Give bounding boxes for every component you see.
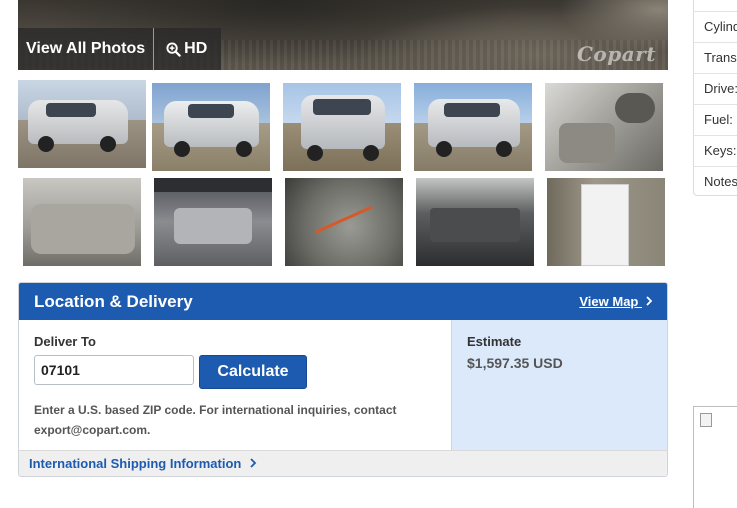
view-map-label: View Map <box>579 294 639 309</box>
vehicle-details-panel: Cylind Trans Drive: Fuel: Keys: Notes <box>693 0 737 196</box>
divider <box>694 166 737 167</box>
view-map-link[interactable]: View Map <box>579 294 653 309</box>
location-delivery-body: Deliver To Calculate Enter a U.S. based … <box>19 320 667 452</box>
detail-label-notes: Notes <box>704 174 737 189</box>
thumbnail[interactable] <box>414 83 532 171</box>
chevron-right-icon <box>646 296 653 306</box>
hd-label: HD <box>184 40 208 57</box>
calculate-button[interactable]: Calculate <box>199 355 307 389</box>
copart-watermark-logo: Copart <box>577 42 656 66</box>
divider <box>694 104 737 105</box>
divider <box>694 73 737 74</box>
hd-button[interactable]: HD <box>154 28 221 70</box>
international-shipping-link[interactable]: International Shipping Information <box>29 456 257 471</box>
thumbnail[interactable] <box>285 178 403 266</box>
deliver-to-section: Deliver To Calculate Enter a U.S. based … <box>19 320 451 452</box>
thumbnail[interactable] <box>152 83 270 171</box>
detail-label-transmission: Trans <box>704 50 737 65</box>
main-vehicle-photo[interactable]: View All Photos HD Copart <box>18 0 668 70</box>
detail-label-fuel: Fuel: <box>704 112 733 127</box>
international-shipping-bar: International Shipping Information <box>19 450 667 476</box>
broken-image-placeholder <box>693 406 737 508</box>
location-delivery-header: Location & Delivery View Map <box>19 283 667 320</box>
location-delivery-panel: Location & Delivery View Map Deliver To … <box>18 282 668 477</box>
thumbnail[interactable] <box>416 178 534 266</box>
divider <box>694 11 737 12</box>
chevron-right-icon <box>250 458 257 468</box>
deliver-to-label: Deliver To <box>34 334 96 349</box>
zoom-in-icon <box>166 41 181 57</box>
zip-hint-text: Enter a U.S. based ZIP code. For interna… <box>34 403 397 437</box>
thumbnail[interactable] <box>18 80 146 168</box>
broken-image-icon <box>700 413 712 427</box>
thumbnail[interactable] <box>545 83 663 171</box>
estimate-section: Estimate $1,597.35 USD <box>451 320 667 452</box>
detail-label-keys: Keys: <box>704 143 737 158</box>
thumbnail[interactable] <box>283 83 401 171</box>
estimate-label: Estimate <box>467 334 522 349</box>
detail-label-cylinders: Cylind <box>704 19 737 34</box>
photo-controls: View All Photos HD <box>18 28 222 70</box>
thumbnail[interactable] <box>154 178 272 266</box>
location-delivery-title: Location & Delivery <box>34 291 193 311</box>
international-shipping-label: International Shipping Information <box>29 456 242 471</box>
detail-label-drive: Drive: <box>704 81 737 96</box>
thumbnail[interactable] <box>23 178 141 266</box>
thumbnail[interactable] <box>547 178 665 266</box>
view-all-photos-button[interactable]: View All Photos <box>18 28 155 70</box>
divider <box>694 42 737 43</box>
divider <box>694 135 737 136</box>
estimate-value: $1,597.35 USD <box>467 355 563 371</box>
zip-code-input[interactable] <box>34 355 194 385</box>
